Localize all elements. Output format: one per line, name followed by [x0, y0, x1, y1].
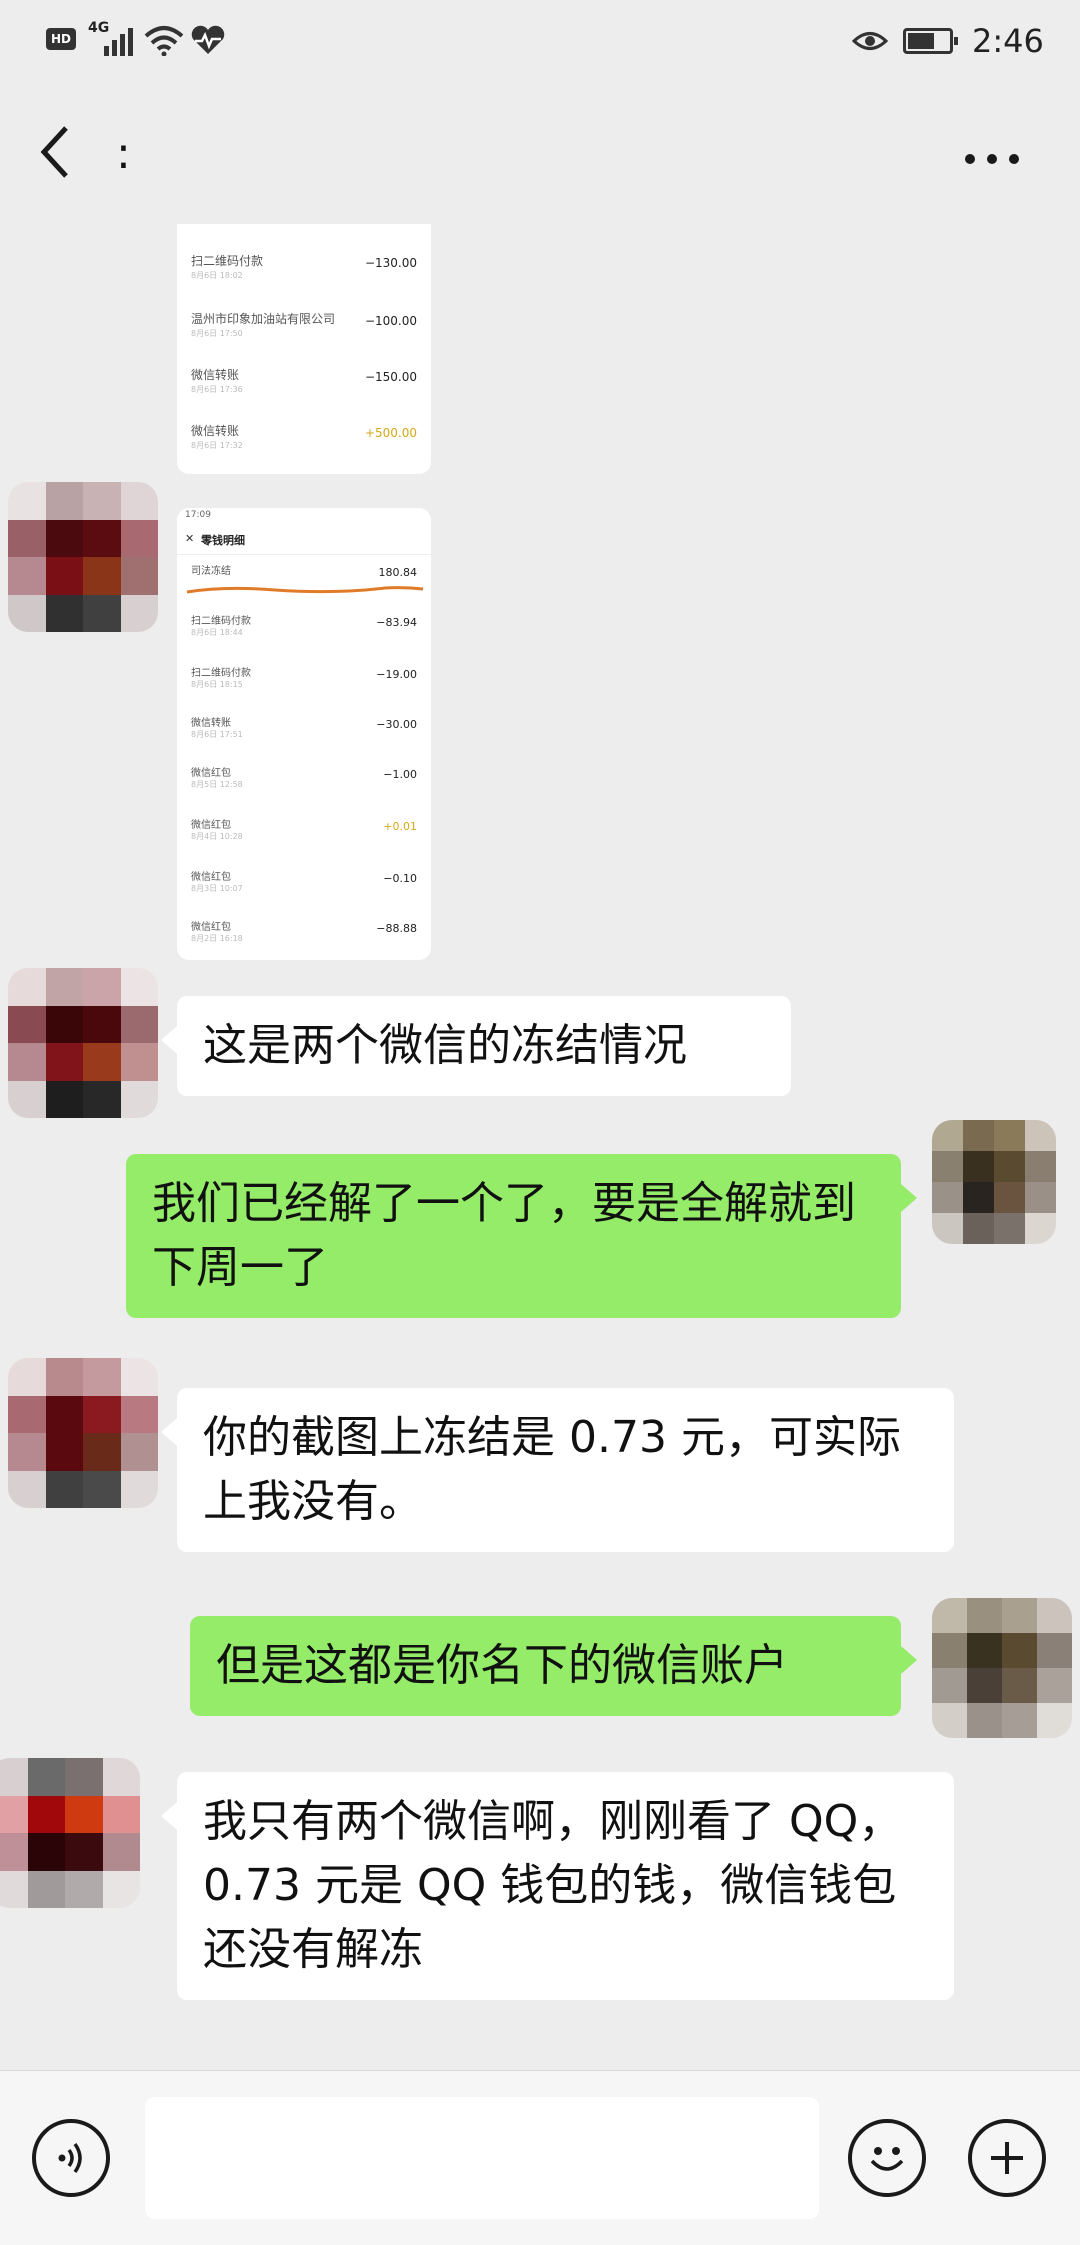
- message-text: 你的截图上冻结是 0.73 元，可实际上我没有。: [203, 1412, 901, 1527]
- transaction-amount: −1.00: [383, 768, 417, 781]
- contact-avatar[interactable]: [8, 968, 158, 1118]
- transaction-name: 微信红包: [191, 820, 231, 831]
- message-bubble-received[interactable]: 这是两个微信的冻结情况: [161, 996, 791, 1096]
- signal-icon: [104, 28, 133, 56]
- image-message-transactions-2[interactable]: 17:09 ✕ 零钱明细 司法冻结 180.84 扫二维码付款 8月6日 18:…: [177, 508, 431, 820]
- transaction-row: 微信红包 8月5日 12:58 −1.00: [191, 764, 417, 804]
- message-bubble-sent[interactable]: 我们已经解了一个了，要是全解就到下周一了: [126, 1154, 917, 1318]
- transaction-date: 8月6日 17:32: [191, 441, 243, 450]
- message-bubble-sent[interactable]: 但是这都是你名下的微信账户: [190, 1616, 917, 1716]
- transaction-date: 8月6日 17:50: [191, 329, 243, 338]
- message-text: 这是两个微信的冻结情况: [203, 1020, 687, 1071]
- chevron-left-icon: [40, 126, 68, 178]
- transaction-date: 8月6日 18:02: [191, 271, 243, 280]
- transaction-name: 扫二维码付款: [191, 254, 264, 268]
- transaction-date: 8月6日 18:44: [191, 628, 243, 637]
- transaction-name: 司法冻结: [191, 566, 231, 577]
- wifi-icon: [144, 26, 184, 56]
- screenshot-status-bar: 17:09: [177, 508, 431, 526]
- transaction-date: 8月5日 12:58: [191, 780, 243, 789]
- my-avatar[interactable]: [932, 1598, 1072, 1738]
- transaction-amount: −0.10: [383, 872, 417, 885]
- freeze-underline-mark: [186, 586, 424, 594]
- contact-avatar[interactable]: [0, 1758, 140, 1908]
- transaction-date: 8月2日 16:18: [191, 934, 243, 943]
- voice-icon: [58, 2142, 82, 2174]
- message-list[interactable]: 扫二维码付款 8月6日 18:02 −130.00 温州市印象加油站有限公司 8…: [0, 220, 1080, 2070]
- transaction-row: 微信红包 8月3日 10:07 −0.10: [191, 868, 417, 908]
- transaction-name: 温州市印象加油站有限公司: [191, 312, 336, 326]
- back-button[interactable]: [36, 124, 84, 184]
- image-message-transactions-2-lower[interactable]: 微信红包 8月4日 10:28 +0.01 微信红包 8月3日 10:07 −0…: [177, 804, 431, 960]
- transaction-row: 扫二维码付款 8月6日 18:44 −83.94: [191, 612, 417, 652]
- transaction-row: 微信转账 8月6日 17:51 −30.00: [191, 714, 417, 754]
- transaction-date: 8月4日 10:28: [191, 832, 243, 841]
- message-bubble-received[interactable]: 你的截图上冻结是 0.73 元，可实际上我没有。: [161, 1388, 954, 1552]
- more-button[interactable]: [960, 144, 1024, 174]
- transaction-amount: −19.00: [376, 668, 417, 681]
- battery-icon: [903, 28, 958, 54]
- transaction-amount: 180.84: [378, 566, 418, 579]
- image-message-transactions-1[interactable]: 扫二维码付款 8月6日 18:02 −130.00 温州市印象加油站有限公司 8…: [177, 224, 431, 474]
- hd-label: HD: [50, 32, 71, 46]
- transaction-name: 微信红包: [191, 872, 231, 883]
- contact-avatar[interactable]: [8, 482, 158, 632]
- transaction-name: 微信转账: [191, 368, 240, 382]
- message-input[interactable]: [145, 2097, 819, 2219]
- transaction-name: 微信红包: [191, 768, 231, 779]
- emoji-icon: [870, 2147, 904, 2171]
- screenshot-title: 零钱明细: [201, 534, 245, 547]
- transaction-row: 微信转账 8月6日 17:32 +500.00: [191, 422, 417, 462]
- emoji-button[interactable]: [848, 2119, 926, 2197]
- transaction-name: 微信红包: [191, 922, 231, 933]
- message-text: 但是这都是你名下的微信账户: [216, 1640, 788, 1691]
- transaction-row: 微信红包 8月2日 16:18 −88.88: [191, 918, 417, 958]
- transaction-row: 微信转账 8月6日 17:36 −150.00: [191, 366, 417, 406]
- transaction-amount: −130.00: [364, 256, 417, 270]
- transaction-row: 扫二维码付款 8月6日 18:15 −19.00: [191, 664, 417, 704]
- transaction-name: 微信转账: [191, 718, 231, 729]
- transaction-amount: −88.88: [376, 922, 417, 935]
- message-text: 我只有两个微信啊，刚刚看了 QQ，0.73 元是 QQ 钱包的钱，微信钱包还没有…: [203, 1796, 903, 1975]
- plus-icon: [991, 2142, 1023, 2174]
- voice-button[interactable]: [32, 2119, 110, 2197]
- transaction-amount: +0.01: [383, 820, 417, 833]
- message-text: 我们已经解了一个了，要是全解就到下周一了: [152, 1178, 856, 1293]
- screenshot-time: 17:09: [185, 510, 211, 520]
- transaction-amount: −100.00: [364, 314, 417, 328]
- transaction-date: 8月3日 10:07: [191, 884, 243, 893]
- transaction-date: 8月6日 17:36: [191, 385, 243, 394]
- eye-comfort-icon: [852, 32, 888, 50]
- screenshot-header: ✕ 零钱明细: [177, 526, 431, 555]
- transaction-date: 8月6日 18:15: [191, 680, 243, 689]
- transaction-name: 扫二维码付款: [191, 616, 251, 627]
- transaction-amount: +500.00: [364, 426, 417, 440]
- my-avatar[interactable]: [932, 1120, 1056, 1244]
- chat-input-bar: [0, 2070, 1080, 2245]
- transaction-row: 温州市印象加油站有限公司 8月6日 17:50 −100.00: [191, 310, 417, 350]
- transaction-row: 微信红包 8月4日 10:28 +0.01: [191, 816, 417, 856]
- message-bubble-received[interactable]: 我只有两个微信啊，刚刚看了 QQ，0.73 元是 QQ 钱包的钱，微信钱包还没有…: [161, 1772, 954, 2000]
- transaction-amount: −150.00: [364, 370, 417, 384]
- transaction-name: 扫二维码付款: [191, 668, 251, 679]
- transaction-name: 微信转账: [191, 424, 240, 438]
- close-icon: ✕: [185, 532, 195, 545]
- health-heart-icon: [191, 25, 225, 54]
- transaction-date: 8月6日 17:51: [191, 730, 243, 739]
- hd-badge: HD: [46, 28, 76, 50]
- clock: 2:46: [972, 22, 1044, 60]
- contact-avatar[interactable]: [8, 1358, 158, 1508]
- more-dots-icon: [965, 154, 1019, 164]
- transaction-amount: −83.94: [376, 616, 417, 629]
- transaction-row: 扫二维码付款 8月6日 18:02 −130.00: [191, 252, 417, 292]
- status-bar: HD 4G 2:46: [0, 0, 1080, 84]
- transaction-amount: −30.00: [376, 718, 417, 731]
- chat-title: :: [116, 128, 131, 179]
- chat-header: :: [0, 100, 1080, 210]
- more-functions-button[interactable]: [968, 2119, 1046, 2197]
